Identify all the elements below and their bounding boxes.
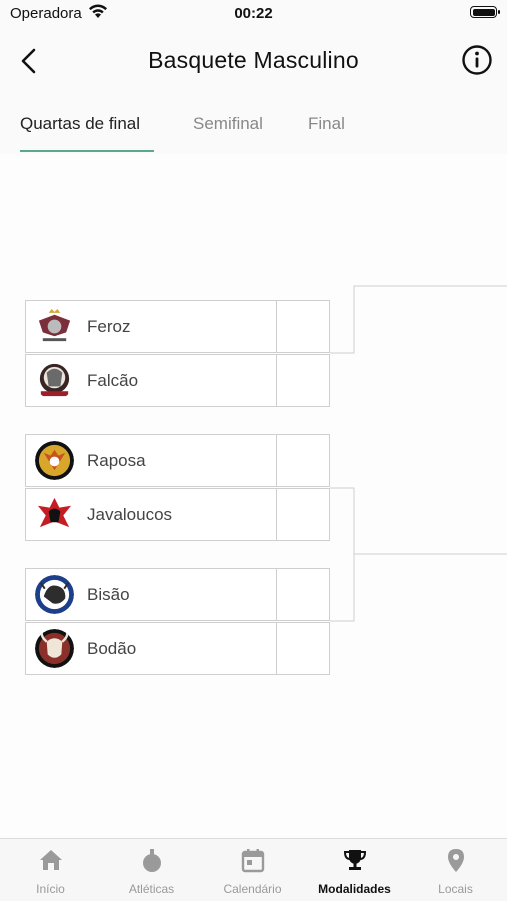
team-name: Falcão xyxy=(87,371,139,390)
location-pin-icon xyxy=(448,849,464,872)
home-icon xyxy=(40,850,62,870)
bisao-logo xyxy=(35,575,74,614)
battery-icon xyxy=(470,6,500,18)
score-cell xyxy=(277,434,330,487)
navigation-header: Basquete Masculino xyxy=(0,28,507,98)
bottom-tab-bar: Início Atléticas Calendário Modalidades xyxy=(0,838,507,901)
bodao-logo xyxy=(35,629,74,668)
tab-quartas-de-final[interactable]: Quartas de final xyxy=(20,114,140,134)
score-cell xyxy=(277,622,330,675)
team-row[interactable]: Javaloucos xyxy=(25,488,277,541)
tab-bar-label: Locais xyxy=(438,882,473,896)
team-name: Raposa xyxy=(87,451,146,470)
status-time: 00:22 xyxy=(234,5,273,22)
tab-bar-label: Modalidades xyxy=(318,882,391,896)
score-cell xyxy=(277,488,330,541)
tab-bar-item-locais[interactable]: Locais xyxy=(405,839,506,901)
medal-icon xyxy=(143,849,161,872)
score-cell xyxy=(277,354,330,407)
round-tabs: Quartas de final Semifinal Final xyxy=(0,98,507,154)
javaloucos-logo xyxy=(35,495,74,534)
team-row[interactable]: Bisão xyxy=(25,568,277,621)
bracket: Feroz Falcão Raposa Javaloucos Bisão Bod… xyxy=(0,154,507,838)
team-row[interactable]: Falcão xyxy=(25,354,277,407)
tab-bar-item-modalidades[interactable]: Modalidades xyxy=(304,839,405,901)
tab-bar-item-calendario[interactable]: Calendário xyxy=(202,839,303,901)
score-cell xyxy=(277,300,330,353)
team-row[interactable]: Feroz xyxy=(25,300,277,353)
tab-bar-label: Calendário xyxy=(223,882,282,896)
team-name: Bodão xyxy=(87,639,137,658)
page-title: Basquete Masculino xyxy=(148,47,359,73)
score-cell xyxy=(277,568,330,621)
team-name: Bisão xyxy=(87,585,130,604)
raposa-logo xyxy=(35,441,74,480)
falcao-logo xyxy=(35,361,74,400)
team-row[interactable]: Raposa xyxy=(25,434,277,487)
team-name: Feroz xyxy=(87,317,131,336)
calendar-icon xyxy=(241,849,265,873)
team-name: Javaloucos xyxy=(87,505,173,524)
tab-semifinal[interactable]: Semifinal xyxy=(193,114,263,134)
tab-bar-item-inicio[interactable]: Início xyxy=(0,839,101,901)
trophy-icon xyxy=(343,850,367,870)
tab-final[interactable]: Final xyxy=(308,114,345,134)
info-icon[interactable] xyxy=(461,44,493,76)
feroz-logo xyxy=(35,307,74,346)
tab-bar-label: Início xyxy=(36,882,65,896)
active-tab-indicator xyxy=(20,150,154,152)
tab-bar-label: Atléticas xyxy=(128,882,175,896)
team-row[interactable]: Bodão xyxy=(25,622,277,675)
tab-bar-item-atleticas[interactable]: Atléticas xyxy=(101,839,202,901)
status-bar: Operadora 00:22 xyxy=(0,0,507,28)
